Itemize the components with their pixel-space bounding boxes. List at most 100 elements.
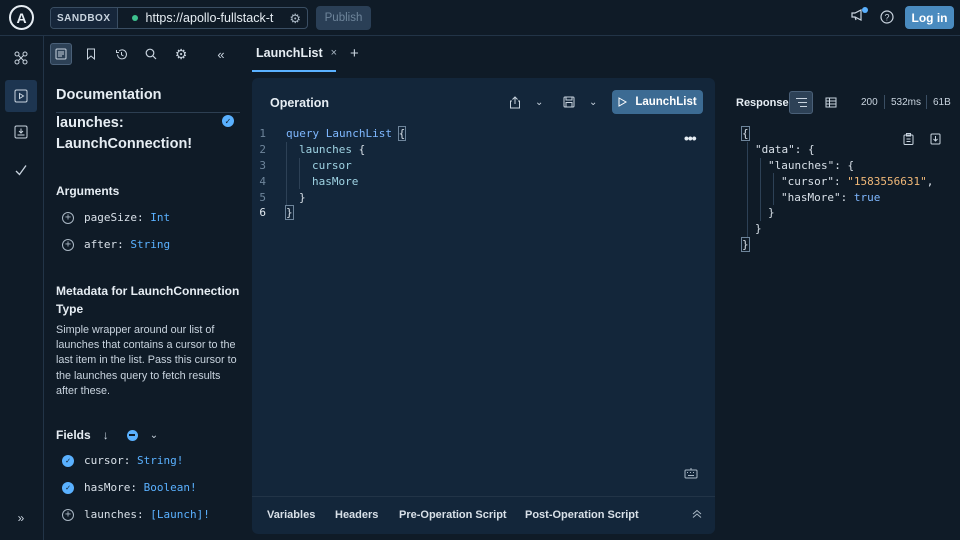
json-view-icon-svg [795,98,807,107]
expand-rail-icon[interactable]: » [5,502,37,534]
add-tab-icon[interactable]: + [350,45,359,62]
field-type[interactable]: [Launch]! [150,508,210,521]
code-line: 1 query LaunchList { [252,126,672,142]
tab-post-operation-script[interactable]: Post-Operation Script [525,509,639,521]
line-number: 4 [259,174,266,188]
stat-separator [884,95,885,109]
json-key: "cursor" [781,174,834,188]
bookmark-icon[interactable] [80,43,102,65]
json-punct: : [840,190,854,204]
metadata-heading: Metadata for LaunchConnection Type [56,284,240,316]
response-status-code: 200 [861,97,878,108]
gear-icon[interactable]: ⚙ [170,43,192,65]
field-selected-check-icon[interactable]: ✓ [62,454,74,467]
metadata-description: Simple wrapper around our list of launch… [56,324,237,397]
field-row[interactable]: ✓ cursor: String! [62,454,183,467]
field-selected-check-icon[interactable]: ✓ [62,481,74,494]
checkmark-icon[interactable] [5,154,37,186]
explorer-play-icon[interactable] [5,80,37,112]
checkmark-icon-svg [15,165,27,176]
add-argument-icon[interactable]: + [62,238,74,251]
search-icon-svg [145,48,157,60]
add-argument-icon[interactable]: + [62,211,74,224]
indent-guide [747,189,748,205]
code-line: 5 } [252,189,672,205]
indent-guide [773,189,774,205]
json-key: "hasMore" [781,190,841,204]
indent-guide [747,141,748,158]
field-selected-check-icon[interactable]: ✓ [222,115,234,127]
argument-name: after: [84,238,124,251]
json-view-icon[interactable] [789,91,813,114]
save-icon-svg [563,96,575,108]
json-line: } [742,204,933,221]
more-options-icon[interactable]: ••• [684,130,697,146]
line-number: 6 [259,206,266,220]
table-view-icon[interactable] [819,91,843,114]
code-line: 3 cursor [252,157,672,174]
share-icon[interactable] [509,96,521,112]
expand-footer-chevron-up-icon[interactable] [692,509,702,522]
help-icon-svg: ? [880,10,894,24]
endpoint-url-bar[interactable]: SANDBOX https://apollo-fullstack-t ⚙ [50,7,308,29]
tab-headers[interactable]: Headers [335,509,378,521]
docs-field-type[interactable]: LaunchConnection! [56,134,226,155]
argument-row[interactable]: + after: String [62,238,170,251]
add-field-icon[interactable]: + [62,508,74,521]
argument-type[interactable]: String [130,238,170,251]
notification-dot [862,7,868,13]
deselect-all-icon[interactable] [126,429,138,441]
document-icon-svg [55,48,67,60]
apollo-logo-icon[interactable]: A [9,5,34,30]
indent-guide [286,141,287,158]
arguments-heading: Arguments [56,184,120,198]
tab-launchlist[interactable]: LaunchList × [252,36,337,72]
field-name: launches: [84,508,144,521]
code-field: cursor [312,158,352,172]
tab-variables[interactable]: Variables [267,509,315,521]
share-icon-svg [510,96,520,109]
response-json[interactable]: { "data": { "launches": { "cursor": "158… [741,126,934,252]
chevron-down-icon[interactable]: ⌄ [150,430,158,441]
double-chevron-left-icon[interactable]: « [210,43,232,65]
sort-arrow-down-icon[interactable]: ↓ [103,428,109,442]
keyboard-shortcuts-icon[interactable] [684,467,698,482]
field-type[interactable]: Boolean! [144,481,197,494]
login-button[interactable]: Log in [905,6,954,29]
publish-button[interactable]: Publish [316,6,371,30]
indent-guide [747,173,748,190]
share-chevron-down-icon[interactable]: ⌄ [535,97,543,108]
argument-type[interactable]: Int [150,211,170,224]
field-name: hasMore: [84,481,137,494]
history-icon-svg [115,48,127,59]
code-line: 6 } [252,205,672,221]
code-operation-name: LaunchList [325,127,392,141]
line-number: 1 [259,127,266,141]
json-punct: , [926,174,934,188]
argument-row[interactable]: + pageSize: Int [62,211,170,224]
endpoint-url[interactable]: https://apollo-fullstack-t [146,11,288,25]
schema-graph-icon[interactable] [5,42,37,74]
operation-footer: Variables Headers Pre-Operation Script P… [252,496,715,534]
json-brace: { [741,126,750,142]
field-row[interactable]: ✓ hasMore: Boolean! [62,481,197,494]
explorer-play-icon-svg [14,89,28,103]
help-icon[interactable]: ? [880,10,894,27]
field-row[interactable]: + launches: [Launch]! [62,508,210,521]
run-operation-button[interactable]: LaunchList [612,90,703,114]
field-type[interactable]: String! [137,454,183,467]
save-chevron-down-icon[interactable]: ⌄ [589,97,597,108]
indent-guide [760,157,761,174]
connection-settings-gear-icon[interactable]: ⚙ [289,11,301,27]
json-key: "data" [755,143,795,157]
tab-pre-operation-script[interactable]: Pre-Operation Script [399,509,507,521]
code-line: 2 launches { [252,141,672,158]
save-icon[interactable] [563,96,575,111]
checks-inbox-icon-svg [14,125,28,139]
tab-close-icon[interactable]: × [331,47,337,59]
document-icon[interactable] [50,43,72,65]
operation-editor[interactable]: 1 query LaunchList { 2 launches { 3 curs… [252,126,672,221]
history-icon[interactable] [110,43,132,65]
search-icon[interactable] [140,43,162,65]
checks-inbox-icon[interactable] [5,116,37,148]
